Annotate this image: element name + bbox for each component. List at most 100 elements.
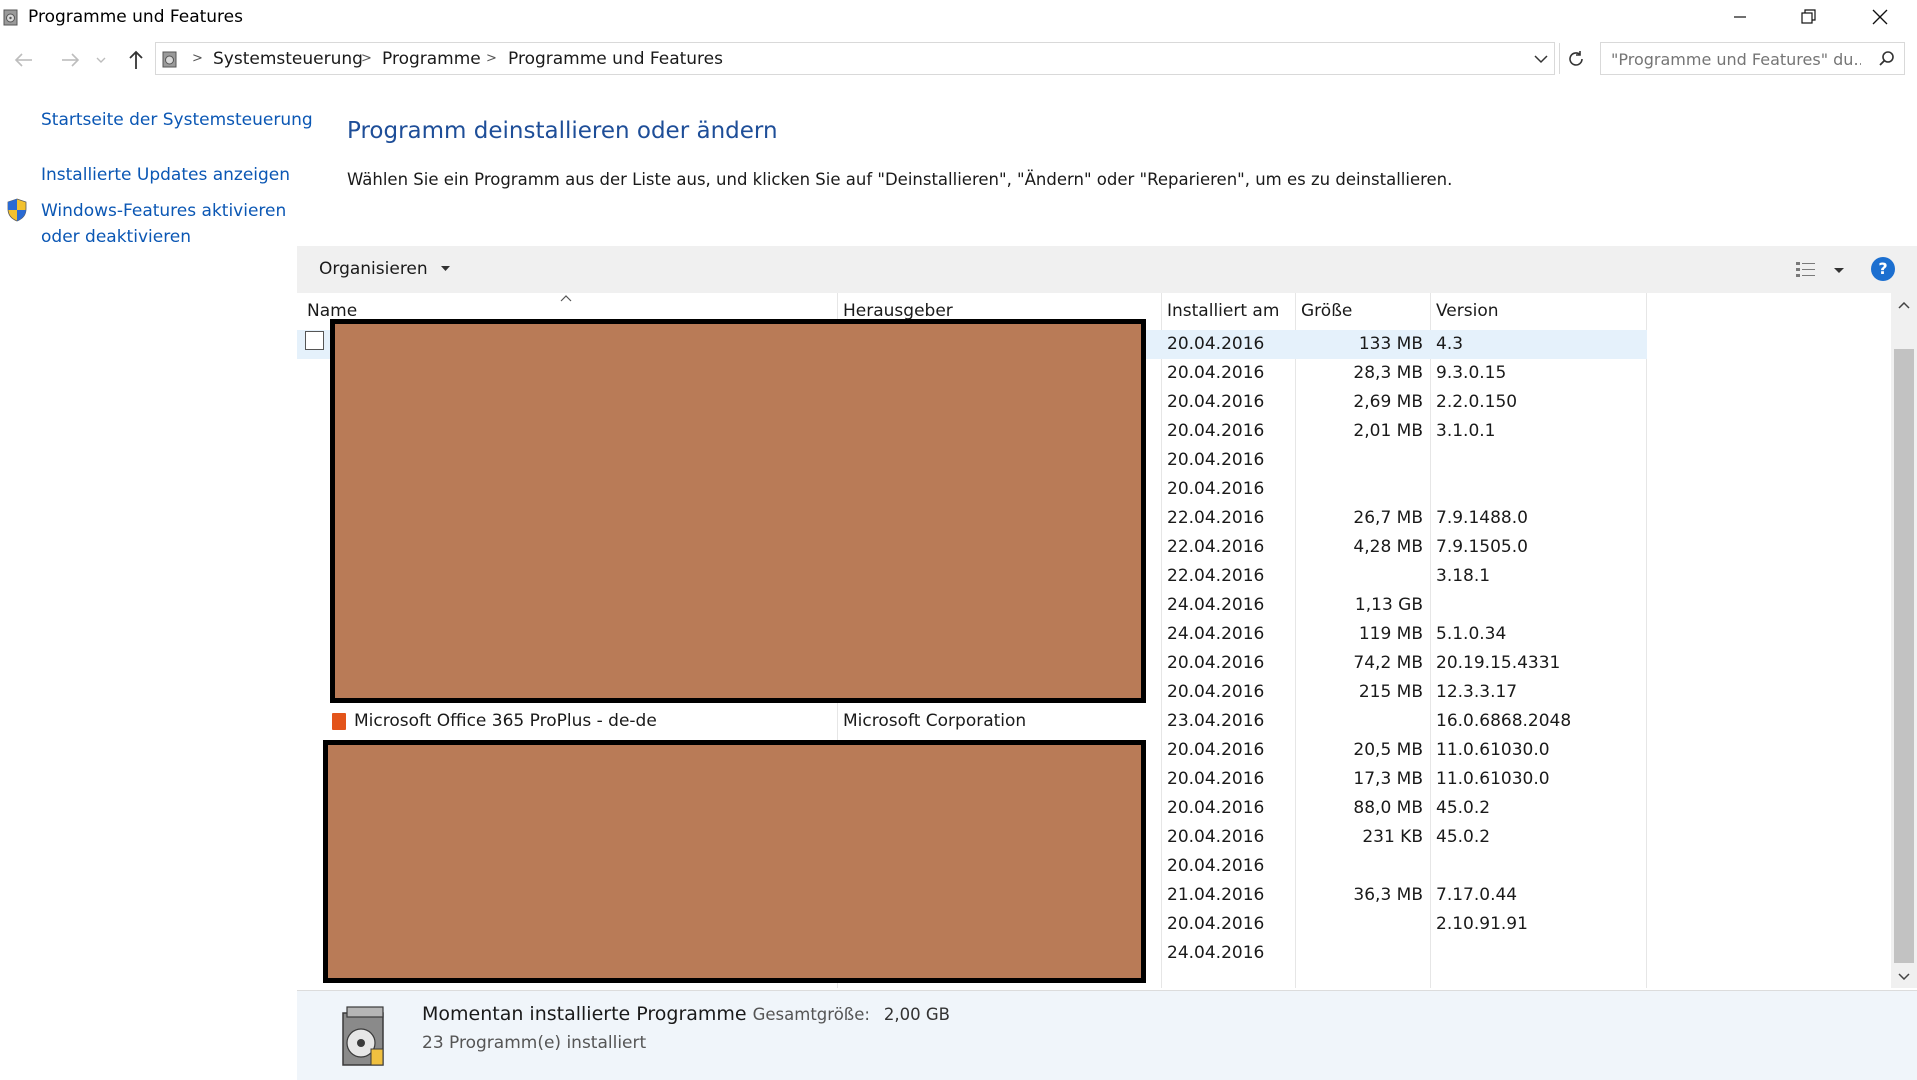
help-icon[interactable]: ? xyxy=(1871,257,1895,281)
cell-version: 3.1.0.1 xyxy=(1436,421,1496,441)
column-header-publisher[interactable]: Herausgeber xyxy=(843,301,953,321)
search-icon[interactable] xyxy=(1878,50,1896,68)
office-icon xyxy=(332,713,346,730)
cell-size: 26,7 MB xyxy=(1353,508,1423,528)
search-box[interactable] xyxy=(1600,42,1905,75)
forward-button[interactable] xyxy=(56,46,84,74)
cell-installed-on: 20.04.2016 xyxy=(1167,769,1265,789)
chevron-down-icon[interactable] xyxy=(1534,55,1548,64)
installer-icon xyxy=(342,1006,384,1066)
table-row[interactable]: Microsoft Office 365 ProPlus - de-de Micr… xyxy=(297,707,1647,736)
address-divider xyxy=(1559,43,1560,74)
breadcrumb-programme[interactable]: Programme xyxy=(382,49,481,69)
link-installed-updates[interactable]: Installierte Updates anzeigen xyxy=(41,162,290,188)
link-windows-features[interactable]: Windows-Features aktivieren oder deaktiv… xyxy=(41,198,286,250)
link-windows-features-line1[interactable]: Windows-Features aktivieren xyxy=(41,198,286,224)
cell-size: 2,01 MB xyxy=(1353,421,1423,441)
cell-version: 4.3 xyxy=(1436,334,1464,354)
cell-installed-on: 20.04.2016 xyxy=(1167,653,1265,673)
cell-size: 215 MB xyxy=(1358,682,1423,702)
redaction-block xyxy=(330,319,1146,703)
cell-installed-on: 20.04.2016 xyxy=(1167,682,1265,702)
breadcrumb-systemsteuerung[interactable]: Systemsteuerung xyxy=(213,49,363,69)
cell-version: 12.3.3.17 xyxy=(1436,682,1518,702)
page-description: Wählen Sie ein Programm aus der Liste au… xyxy=(347,170,1453,189)
column-header-size[interactable]: Größe xyxy=(1301,301,1352,321)
restore-button[interactable] xyxy=(1786,0,1832,34)
details-pane: Momentan installierte Programme Gesamtgrö… xyxy=(297,990,1917,1080)
cell-version: 9.3.0.15 xyxy=(1436,363,1507,383)
breadcrumb-programme-und-features[interactable]: Programme und Features xyxy=(508,49,723,69)
scroll-up-icon[interactable] xyxy=(1891,293,1917,317)
breadcrumb-separator-icon[interactable]: > xyxy=(486,51,497,66)
cell-size: 28,3 MB xyxy=(1353,363,1423,383)
close-button[interactable] xyxy=(1857,0,1903,34)
title-bar: Programme und Features xyxy=(0,0,1917,36)
minimize-button[interactable] xyxy=(1717,0,1763,34)
cell-version: 7.9.1505.0 xyxy=(1436,537,1528,557)
cell-installed-on: 22.04.2016 xyxy=(1167,508,1265,528)
cell-size: 2,69 MB xyxy=(1353,392,1423,412)
program-list: Name Herausgeber Installiert am Größe Ve… xyxy=(297,293,1891,988)
cell-version: 16.0.6868.2048 xyxy=(1436,711,1572,731)
cell-installed-on: 22.04.2016 xyxy=(1167,537,1265,557)
view-options-icon[interactable] xyxy=(1834,268,1844,274)
organize-button[interactable]: Organisieren xyxy=(319,259,451,279)
cell-size: 20,5 MB xyxy=(1353,740,1423,760)
dropdown-arrow-icon xyxy=(441,266,451,271)
up-arrow-icon xyxy=(129,50,143,69)
column-header-version[interactable]: Version xyxy=(1436,301,1499,321)
status-title: Momentan installierte Programme xyxy=(422,1003,747,1025)
status-count: 23 Programm(e) installiert xyxy=(422,1033,647,1053)
view-details-icon[interactable] xyxy=(1795,260,1817,280)
link-control-panel-home[interactable]: Startseite der Systemsteuerung xyxy=(41,107,313,133)
cell-size: 36,3 MB xyxy=(1353,885,1423,905)
recent-locations-button[interactable] xyxy=(92,46,110,74)
minimize-icon xyxy=(1734,16,1746,18)
cell-installed-on: 20.04.2016 xyxy=(1167,740,1265,760)
back-button[interactable] xyxy=(10,46,38,74)
cell-installed-on: 21.04.2016 xyxy=(1167,885,1265,905)
close-icon xyxy=(1872,9,1888,25)
address-bar[interactable]: > Systemsteuerung > Programme > Programm… xyxy=(155,42,1583,75)
cell-size: 88,0 MB xyxy=(1353,798,1423,818)
cell-installed-on: 20.04.2016 xyxy=(1167,827,1265,847)
cell-version: 5.1.0.34 xyxy=(1436,624,1507,644)
forward-arrow-icon xyxy=(62,53,80,67)
organize-label: Organisieren xyxy=(319,259,428,279)
cell-version: 45.0.2 xyxy=(1436,798,1491,818)
row-checkbox[interactable] xyxy=(305,331,324,350)
cell-size: 231 KB xyxy=(1362,827,1423,847)
up-button[interactable] xyxy=(122,46,150,74)
refresh-icon[interactable] xyxy=(1566,49,1586,69)
link-windows-features-line2[interactable]: oder deaktivieren xyxy=(41,224,286,250)
cell-version: 11.0.61030.0 xyxy=(1436,740,1550,760)
cell-installed-on: 24.04.2016 xyxy=(1167,624,1265,644)
cell-version: 3.18.1 xyxy=(1436,566,1491,586)
cell-installed-on: 20.04.2016 xyxy=(1167,856,1265,876)
status-total-value: 2,00 GB xyxy=(883,1005,950,1024)
vertical-scrollbar[interactable] xyxy=(1891,293,1917,988)
scrollbar-thumb[interactable] xyxy=(1894,349,1914,963)
cell-version: 7.9.1488.0 xyxy=(1436,508,1528,528)
cell-size: 4,28 MB xyxy=(1353,537,1423,557)
status-total-label: Gesamtgröße: xyxy=(752,1005,870,1024)
shield-icon xyxy=(7,198,27,222)
cell-installed-on: 24.04.2016 xyxy=(1167,595,1265,615)
restore-icon xyxy=(1801,9,1816,24)
search-input[interactable] xyxy=(1609,47,1863,71)
scroll-down-icon[interactable] xyxy=(1891,964,1917,988)
cell-installed-on: 20.04.2016 xyxy=(1167,450,1265,470)
cell-size: 133 MB xyxy=(1358,334,1423,354)
navigation-bar: > Systemsteuerung > Programme > Programm… xyxy=(0,40,1917,78)
cell-installed-on: 20.04.2016 xyxy=(1167,798,1265,818)
cell-version: 20.19.15.4331 xyxy=(1436,653,1561,673)
cell-size: 17,3 MB xyxy=(1353,769,1423,789)
column-header-installed-on[interactable]: Installiert am xyxy=(1167,301,1279,321)
cell-version: 11.0.61030.0 xyxy=(1436,769,1550,789)
cell-installed-on: 20.04.2016 xyxy=(1167,334,1265,354)
breadcrumb-separator-icon[interactable]: > xyxy=(361,51,372,66)
command-bar: Organisieren ? xyxy=(297,246,1917,293)
breadcrumb-separator-icon[interactable]: > xyxy=(192,51,203,66)
column-header-name[interactable]: Name xyxy=(307,301,357,321)
